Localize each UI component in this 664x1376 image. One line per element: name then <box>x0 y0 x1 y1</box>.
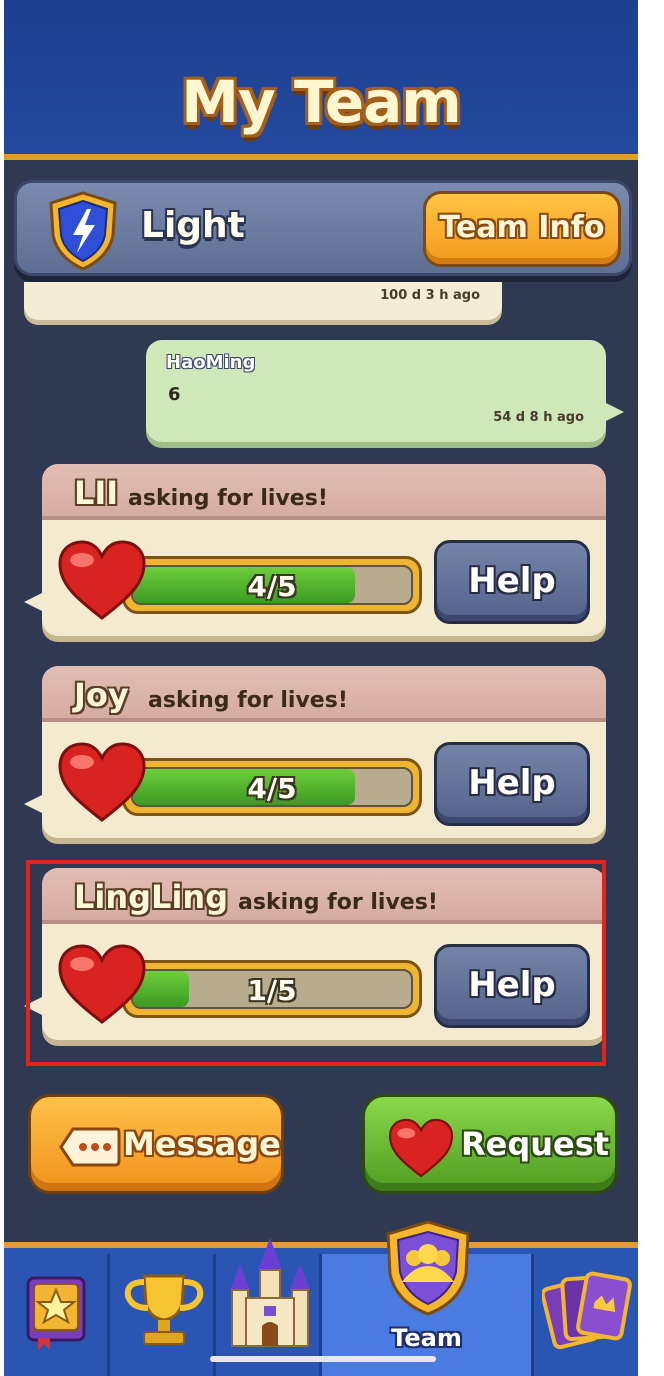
request-text: asking for lives! <box>128 486 328 511</box>
home-indicator <box>210 1356 436 1362</box>
request-text: asking for lives! <box>148 688 348 713</box>
message-author: HaoMing <box>166 352 256 373</box>
bubble-tail <box>24 592 44 612</box>
heart-icon <box>58 540 146 620</box>
star-book-icon <box>26 1276 86 1350</box>
castle-icon <box>230 1238 310 1347</box>
team-info-button[interactable]: Team Info <box>423 191 621 267</box>
life-request-card: Joy asking for lives! 4/5 Help <box>24 666 606 844</box>
chat-bubble-icon <box>59 1127 121 1167</box>
selection-highlight <box>26 860 606 1066</box>
lives-progress-bar: 4/5 <box>122 556 422 614</box>
bubble-tail <box>24 794 44 814</box>
nav-item-cards[interactable] <box>534 1254 638 1376</box>
nav-label-team: Team <box>391 1324 462 1352</box>
bubble-tail <box>604 402 624 422</box>
lives-count: 4/5 <box>247 570 297 603</box>
lives-count: 4/5 <box>247 772 297 805</box>
life-request-card: LII asking for lives! 4/5 Help <box>24 464 606 642</box>
message-time: 54 d 8 h ago <box>493 410 584 425</box>
message-button-label: Message <box>123 1125 281 1163</box>
request-header: Joy asking for lives! <box>42 666 606 722</box>
message-text: 6 <box>168 384 181 405</box>
screen: My Team Light Team Info 100 d 3 h ago Ha… <box>4 0 638 1376</box>
page-title: My Team <box>181 68 462 136</box>
nav-item-leaderboard[interactable] <box>110 1254 216 1376</box>
nav-item-collection[interactable] <box>4 1254 110 1376</box>
cards-icon <box>542 1271 632 1350</box>
requester-name: Joy <box>74 676 129 714</box>
help-button[interactable]: Help <box>434 742 590 826</box>
team-icon <box>386 1220 470 1316</box>
request-button-label: Request <box>461 1125 610 1163</box>
heart-icon <box>58 742 146 822</box>
message-time: 100 d 3 h ago <box>380 288 480 303</box>
team-bar: Light Team Info <box>14 180 632 276</box>
heart-icon <box>388 1118 454 1178</box>
message-button[interactable]: Message <box>28 1094 284 1194</box>
header: My Team <box>4 0 638 160</box>
lightning-shield-icon <box>49 191 117 271</box>
help-button[interactable]: Help <box>434 540 590 624</box>
requester-name: LII <box>74 474 119 512</box>
chat-bubble-message: HaoMing 6 54 d 8 h ago <box>146 340 624 442</box>
trophy-icon <box>124 1274 204 1345</box>
chat-bubble-previous: 100 d 3 h ago <box>24 282 502 320</box>
request-header: LII asking for lives! <box>42 464 606 520</box>
request-button[interactable]: Request <box>362 1094 618 1194</box>
lives-progress-bar: 4/5 <box>122 758 422 816</box>
team-name: Light <box>141 205 245 246</box>
